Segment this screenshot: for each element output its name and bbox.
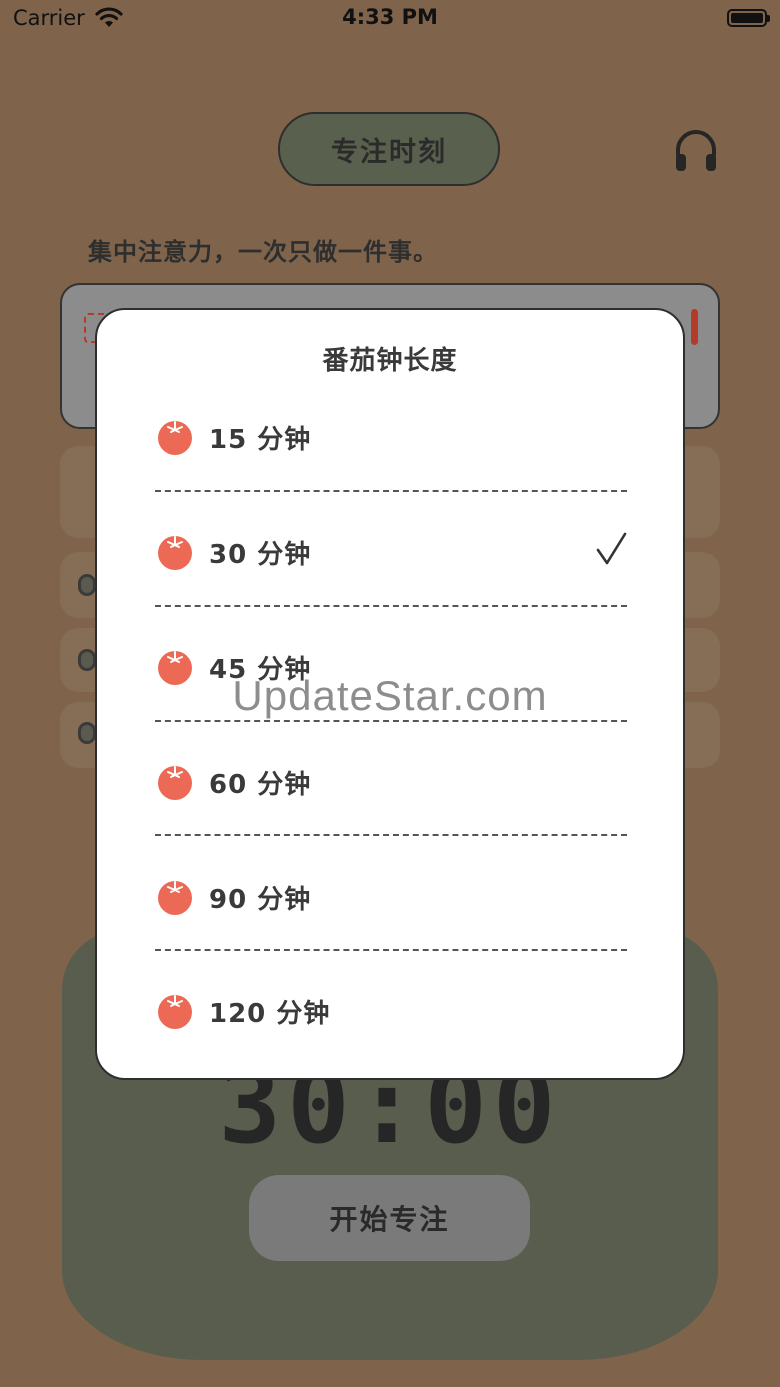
task-marker [691, 309, 698, 345]
option-30-min[interactable]: 30 分钟 [155, 521, 627, 581]
divider [155, 834, 627, 836]
radio-icon [78, 722, 96, 744]
divider [155, 949, 627, 951]
dialog-title: 番茄钟长度 [322, 346, 458, 376]
tomato-icon [158, 766, 192, 800]
checkmark-icon [596, 532, 627, 565]
option-label: 90 分钟 [209, 885, 312, 915]
option-90-min[interactable]: 90 分钟 [155, 866, 627, 926]
status-bar: Carrier 4:33 PM [0, 0, 780, 40]
start-focus-button[interactable]: 开始专注 [249, 1175, 530, 1261]
divider [155, 605, 627, 607]
tomato-icon [158, 421, 192, 455]
option-label: 30 分钟 [209, 540, 312, 570]
option-label: 15 分钟 [209, 425, 312, 455]
tomato-icon [158, 536, 192, 570]
option-label: 60 分钟 [209, 770, 312, 800]
battery-icon [727, 9, 770, 27]
radio-icon [78, 574, 96, 596]
motto-text: 集中注意力，一次只做一件事。 [88, 238, 438, 266]
option-60-min[interactable]: 60 分钟 [155, 751, 627, 811]
option-120-min[interactable]: 120 分钟 [155, 980, 627, 1040]
watermark: UpdateStar.com [232, 672, 548, 719]
option-label: 120 分钟 [209, 999, 331, 1029]
option-15-min[interactable]: 15 分钟 [155, 406, 627, 466]
status-time: 4:33 PM [342, 5, 438, 29]
radio-icon [78, 649, 96, 671]
tomato-icon [158, 881, 192, 915]
headphones-icon[interactable] [672, 126, 720, 174]
divider [155, 490, 627, 492]
page-title: 专注时刻 [278, 112, 500, 186]
tomato-icon [158, 995, 192, 1029]
divider [155, 720, 627, 722]
